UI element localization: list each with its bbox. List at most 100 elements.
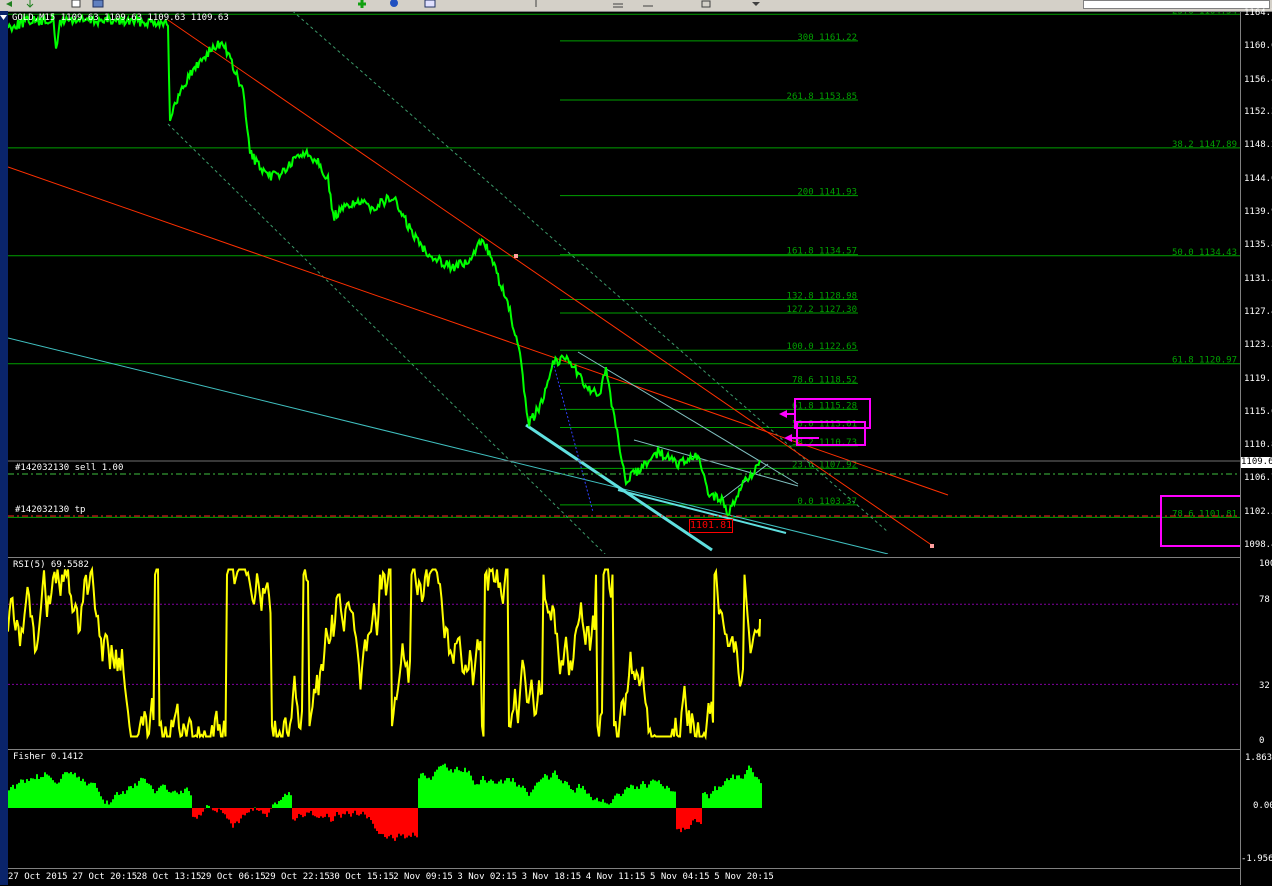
fisher-bar [98,792,100,808]
fisher-bar [402,808,404,834]
fisher-bar [524,788,526,808]
fisher-bar [572,790,574,808]
fisher-bar [546,775,548,808]
fisher-bar [188,791,190,808]
fisher-bar [384,808,386,837]
fisher-bar [710,794,712,808]
fisher-bar [690,808,692,825]
fisher-bar [544,774,546,808]
fisher-bar [64,772,66,808]
plus-icon[interactable] [356,0,368,8]
order-sell-label[interactable]: #142032130 sell 1.00 [15,463,123,473]
fisher-bar [744,774,746,808]
fisher-bar [616,794,618,808]
fisher-bar [344,808,346,814]
fisher-bar [504,780,506,808]
fisher-bar [354,808,356,811]
fisher-bar [10,787,12,808]
fisher-bar [20,779,22,808]
fisher-bar [100,796,102,808]
fisher-bar [714,786,716,808]
fisher-bar [530,792,532,808]
fisher-bar [574,793,576,808]
fisher-bar [560,780,562,808]
clock-icon[interactable] [388,0,400,8]
terminal-icon[interactable] [424,0,436,8]
fisher-bar [236,808,238,821]
fisher-bar [362,808,364,812]
fisher-bar [742,779,744,808]
fisher-bar [128,786,130,808]
fisher-bar [284,794,286,808]
fisher-bar [460,771,462,808]
periods-icon[interactable] [642,0,654,8]
fisher-bar [408,808,410,836]
chart-menu-icon[interactable] [0,14,8,22]
fisher-bar [492,781,494,808]
fisher-bar [194,808,196,817]
fisher-bar [348,808,350,814]
rsi-indicator-pane[interactable]: RSI(5) 69.5582 [8,557,1240,747]
fisher-bar [240,808,242,818]
fisher-bar [390,808,392,835]
fisher-bar [516,787,518,808]
fisher-bar [178,794,180,808]
file-icon[interactable] [70,0,82,8]
fisher-bar [274,803,276,808]
fisher-bar [520,787,522,808]
fisher-bar [648,784,650,808]
fisher-bar [276,804,278,808]
fisher-bar [212,808,214,810]
price-scale-tick: 1102.5 [1244,507,1271,517]
fisher-bar [536,783,538,808]
fisher-bar [668,788,670,808]
fisher-indicator-pane[interactable]: Fisher 0.1412 [8,749,1240,868]
fisher-bar [750,768,752,808]
price-scale[interactable]: 1164.71160.61156.41152.31148.21144.01139… [1240,12,1272,885]
fisher-bar [430,780,432,808]
dropdown-icon[interactable] [750,0,762,8]
fisher-bar [342,808,344,814]
fisher-bar [644,784,646,808]
arrow-icon[interactable] [24,0,36,8]
fibo-tool-icon[interactable] [612,0,624,8]
fisher-bar [568,785,570,808]
fisher-bar [418,778,420,808]
fisher-bar [398,808,400,834]
fisher-bar [252,808,254,811]
rsi-scale-78: 78 [1259,595,1271,605]
fisher-bar [142,778,144,808]
price-chart-pane[interactable]: 300 1161.22261.8 1153.85200 1141.93161.8… [8,12,1240,554]
symbol-header: GOLD,M15 1109.63 1109.63 1109.63 1109.63 [12,13,229,23]
fisher-bar [488,781,490,808]
fib-level-label: 23.6 1107.92 [792,460,857,470]
templates-icon[interactable] [700,0,712,8]
fisher-bar [650,781,652,808]
fisher-bar [152,789,154,808]
fisher-bar [120,794,122,808]
fisher-bar [230,808,232,823]
fisher-bar [262,808,264,814]
chart-icon[interactable] [92,0,104,8]
time-axis[interactable]: 27 Oct 201527 Oct 20:1528 Oct 13:1529 Oc… [8,868,1240,886]
fisher-bar [512,778,514,808]
fisher-bar [728,780,730,808]
fisher-bar [598,801,600,808]
fisher-bar [54,783,56,808]
price-scale-tick: 1139.9 [1244,207,1271,217]
price-scale-tick: 1127.4 [1244,307,1271,317]
fisher-bar [632,785,634,808]
fisher-bar [316,808,318,817]
order-tp-label[interactable]: #142032130 tp [15,505,85,515]
fisher-bar [298,808,300,814]
fisher-bar [566,782,568,808]
fisher-bar [80,781,82,808]
toolbar-search-input[interactable] [1083,0,1270,9]
fib-level-label: 300 1161.22 [797,33,857,43]
fisher-bar [754,777,756,808]
cursor-icon[interactable] [530,0,542,8]
back-arrow-icon[interactable] [4,0,16,8]
fisher-bar [700,808,702,824]
fib-level-label: 61.8 1120.97 [1172,356,1237,366]
fisher-bar [172,791,174,808]
